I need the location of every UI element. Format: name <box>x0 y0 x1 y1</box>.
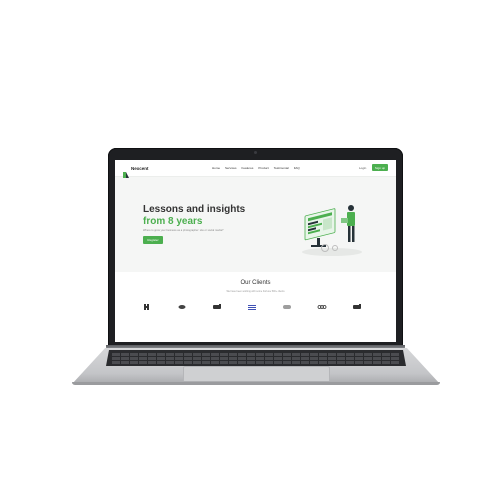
signup-button[interactable]: Sign up <box>372 164 388 171</box>
client-logo-6 <box>317 298 327 309</box>
hero-title-line2: from 8 years <box>143 216 203 227</box>
keyboard-row <box>112 353 400 356</box>
nav-item-home[interactable]: Home <box>212 166 220 170</box>
client-logo-5 <box>282 298 292 309</box>
laptop-lid: Nexcent Home Services Features Product T… <box>108 148 403 346</box>
webcam-icon <box>254 151 257 154</box>
laptop-base-edge <box>72 382 440 385</box>
nav-item-faq[interactable]: FAQ <box>294 166 300 170</box>
brand-mark-icon <box>123 165 129 178</box>
client-logo-1 <box>142 298 152 310</box>
client-logo-3 <box>212 298 222 309</box>
clients-section: Our Clients We have been working with so… <box>115 272 396 342</box>
laptop-trackpad <box>183 366 330 381</box>
keyboard-row <box>112 361 400 364</box>
nav-item-product[interactable]: Product <box>258 166 268 170</box>
login-link[interactable]: Login <box>359 166 366 170</box>
register-button[interactable]: Register <box>143 236 163 244</box>
client-logo-4 <box>247 298 257 310</box>
brand-name: Nexcent <box>131 165 149 171</box>
laptop-mockup: Nexcent Home Services Features Product T… <box>0 0 500 500</box>
client-logo-7 <box>352 298 362 309</box>
nav-item-services[interactable]: Services <box>225 166 237 170</box>
client-logo-2 <box>177 298 187 309</box>
clients-subtitle: We have been working with some Fortune 5… <box>226 290 285 293</box>
hero-illustration <box>297 192 367 258</box>
laptop-screen: Nexcent Home Services Features Product T… <box>115 160 396 342</box>
site-header: Nexcent Home Services Features Product T… <box>115 160 396 178</box>
clients-title: Our Clients <box>240 280 271 286</box>
hero-title-line1: Lessons and insights <box>143 204 246 215</box>
nav-item-testimonial[interactable]: Testimonial <box>274 166 289 170</box>
nav-item-features[interactable]: Features <box>242 166 254 170</box>
hero-subtitle: Where to grow your business as a photogr… <box>143 229 224 232</box>
main-nav: Home Services Features Product Testimoni… <box>212 166 300 170</box>
laptop-keyboard <box>106 350 406 366</box>
brand-logo[interactable]: Nexcent <box>123 165 149 178</box>
hero-title: Lessons and insights from 8 years <box>143 204 245 228</box>
keyboard-row <box>112 357 400 360</box>
